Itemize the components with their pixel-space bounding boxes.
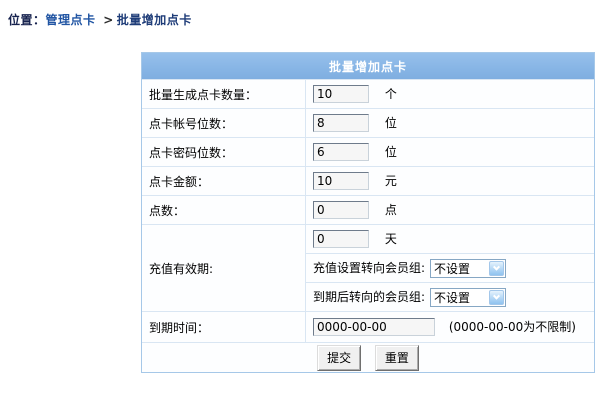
- quantity-input[interactable]: [313, 85, 369, 103]
- amount-input[interactable]: [313, 172, 369, 190]
- account-digits-label: 点卡帐号位数：: [142, 108, 306, 137]
- form-header-row: 批量增加点卡: [142, 53, 594, 79]
- table-row-expire-date: 到期时间： (0000-00-00为不限制): [142, 311, 594, 342]
- table-row-account-digits: 点卡帐号位数： 位: [142, 108, 594, 137]
- table-row-points: 点数： 点: [142, 195, 594, 224]
- breadcrumb: 位置：管理点卡 >批量增加点卡: [8, 11, 192, 28]
- password-digits-label: 点卡密码位数：: [142, 137, 306, 166]
- password-digits-input[interactable]: [313, 143, 369, 161]
- unit-label: 位: [385, 116, 397, 130]
- breadcrumb-link-manage-cards[interactable]: 管理点卡: [46, 13, 96, 27]
- breadcrumb-current: 批量增加点卡: [117, 13, 192, 27]
- validity-days-input[interactable]: [313, 230, 369, 248]
- recharge-group-label: 充值设置转向会员组:: [313, 261, 425, 275]
- unit-label: 天: [385, 232, 397, 246]
- expire-group-label: 到期后转向的会员组:: [313, 290, 425, 304]
- validity-label: 充值有效期:: [142, 224, 306, 311]
- unit-label: 元: [385, 174, 397, 188]
- points-input[interactable]: [313, 201, 369, 219]
- form-title: 批量增加点卡: [142, 53, 594, 79]
- expire-group-select[interactable]: 不设置: [430, 288, 506, 307]
- table-row-amount: 点卡金额： 元: [142, 166, 594, 195]
- table-row-actions: 提交 重置: [142, 342, 594, 372]
- submit-button[interactable]: 提交: [317, 345, 361, 371]
- breadcrumb-separator: >: [103, 13, 114, 27]
- chevron-down-icon: [489, 290, 504, 305]
- expire-group-selected-value: 不设置: [434, 289, 470, 306]
- unit-label: 个: [385, 87, 397, 101]
- expire-date-label: 到期时间：: [142, 311, 306, 342]
- expire-date-input[interactable]: [313, 318, 435, 336]
- unit-label: 点: [385, 203, 397, 217]
- chevron-down-icon: [489, 261, 504, 276]
- table-row-password-digits: 点卡密码位数： 位: [142, 137, 594, 166]
- breadcrumb-prefix: 位置：: [8, 13, 46, 27]
- expire-date-hint: (0000-00-00为不限制): [449, 320, 576, 334]
- table-row-validity-days: 充值有效期: 天: [142, 224, 594, 253]
- account-digits-input[interactable]: [313, 114, 369, 132]
- batch-add-card-form: 批量增加点卡 批量生成点卡数量： 个 点卡帐号位数： 位 点卡密码位数： 位 点…: [141, 52, 595, 373]
- recharge-group-select[interactable]: 不设置: [430, 259, 506, 278]
- table-row-quantity: 批量生成点卡数量： 个: [142, 79, 594, 108]
- quantity-label: 批量生成点卡数量：: [142, 79, 306, 108]
- reset-button[interactable]: 重置: [375, 345, 419, 371]
- unit-label: 位: [385, 145, 397, 159]
- recharge-group-selected-value: 不设置: [434, 260, 470, 277]
- amount-label: 点卡金额：: [142, 166, 306, 195]
- points-label: 点数：: [142, 195, 306, 224]
